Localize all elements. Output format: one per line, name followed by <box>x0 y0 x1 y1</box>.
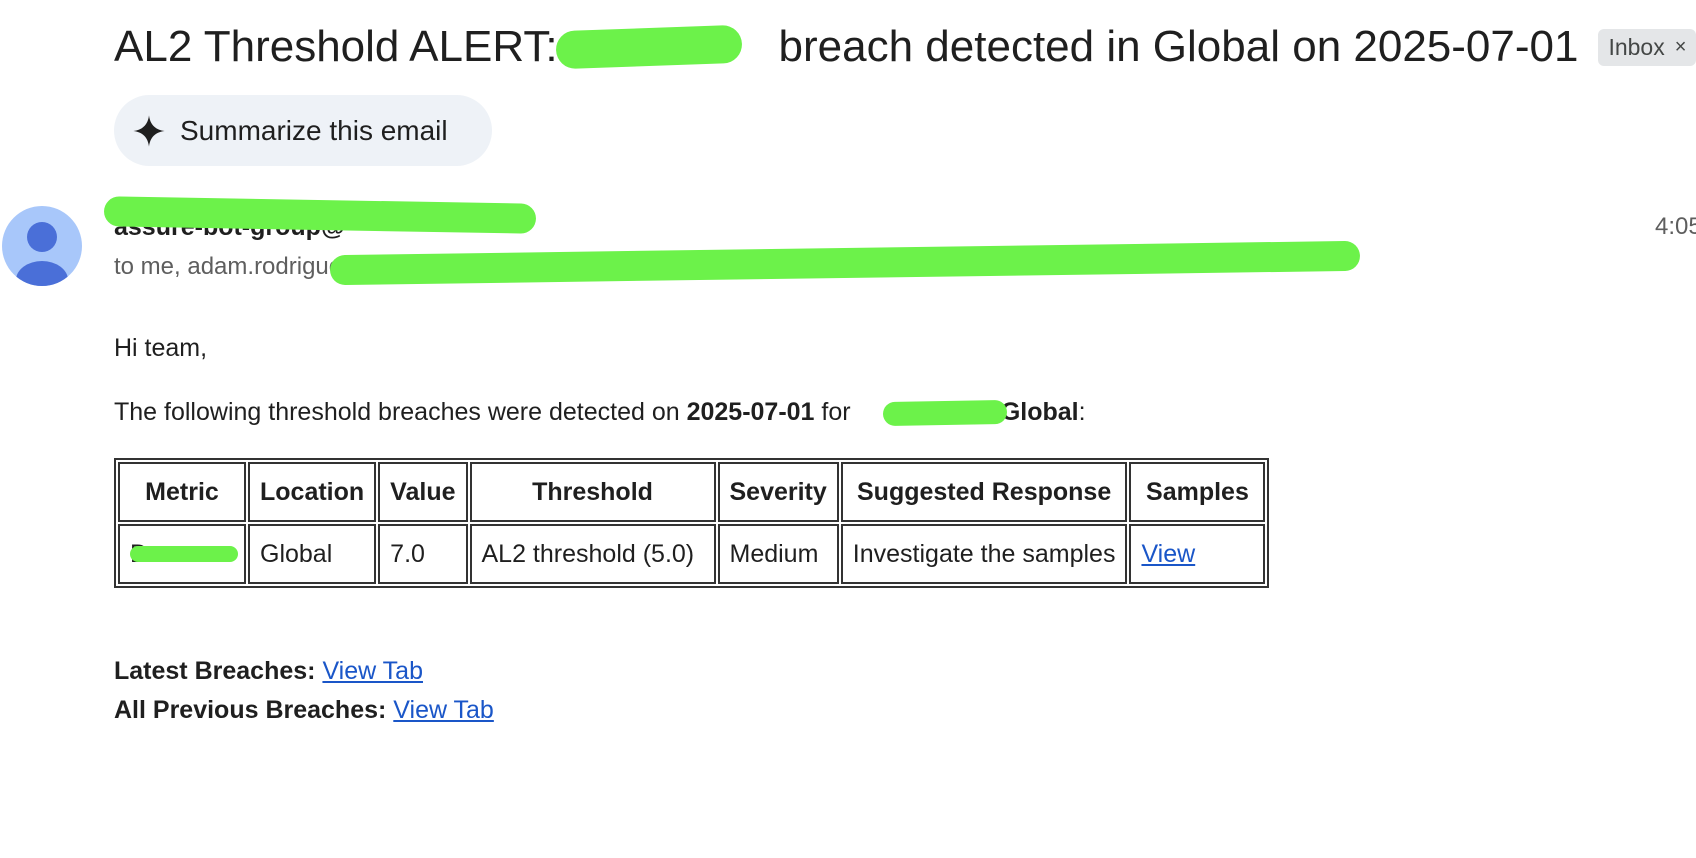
metric-cell: D… <box>118 524 246 584</box>
redaction-mark <box>130 546 238 562</box>
latest-breaches-line: Latest Breaches: View Tab <box>114 657 423 686</box>
sparkle-icon <box>133 114 165 147</box>
intro-date: 2025-07-01 <box>686 398 815 426</box>
summarize-label: Summarize this email <box>180 114 448 146</box>
summarize-email-button[interactable]: Summarize this email <box>114 95 492 166</box>
threshold-cell: AL2 threshold (5.0) <box>469 524 716 584</box>
breach-table: Metric Location Value Threshold Severity… <box>114 458 1270 588</box>
inbox-label: Inbox <box>1608 33 1665 60</box>
table-header: Value <box>378 462 468 522</box>
avatar-silhouette <box>16 222 68 286</box>
latest-breaches-link[interactable]: View Tab <box>322 657 423 685</box>
samples-cell: View <box>1129 524 1266 584</box>
email-time: 4:05 <box>1655 213 1696 240</box>
redaction-mark <box>555 24 743 70</box>
email-subject-row: AL2 Threshold ALERT: D breach detected in… <box>114 22 1696 72</box>
table-row: D… Global 7.0 AL2 threshold (5.0) Medium… <box>118 524 1266 584</box>
latest-breaches-label: Latest Breaches: <box>114 657 316 685</box>
email-subject: AL2 Threshold ALERT: D breach detected in… <box>114 22 1578 72</box>
intro-text: The following threshold breaches were de… <box>114 398 680 426</box>
previous-breaches-line: All Previous Breaches: View Tab <box>114 696 494 725</box>
severity-cell: Medium <box>717 524 839 584</box>
close-icon[interactable]: × <box>1675 36 1687 59</box>
table-header: Severity <box>717 462 839 522</box>
table-header: Threshold <box>469 462 716 522</box>
greeting: Hi team, <box>114 334 208 362</box>
response-cell: Investigate the samples <box>840 524 1128 584</box>
previous-breaches-link[interactable]: View Tab <box>393 696 494 724</box>
previous-breaches-label: All Previous Breaches: <box>114 696 387 724</box>
intro-for: for <box>821 398 851 426</box>
location-cell: Global <box>248 524 377 584</box>
table-header-row: Metric Location Value Threshold Severity… <box>118 462 1266 522</box>
redaction-mark <box>882 399 1008 427</box>
value-cell: 7.0 <box>378 524 468 584</box>
table-header: Suggested Response <box>840 462 1128 522</box>
table-header: Location <box>248 462 377 522</box>
inbox-label-chip[interactable]: Inbox × <box>1598 28 1696 66</box>
table-header: Metric <box>118 462 246 522</box>
subject-prefix: AL2 Threshold ALERT: D <box>114 22 602 71</box>
intro-end: : <box>1078 398 1086 426</box>
subject-suffix: breach detected in Global on 2025-07-01 <box>778 22 1579 71</box>
table-header: Samples <box>1129 462 1266 522</box>
samples-view-link[interactable]: View <box>1141 540 1195 568</box>
default-avatar-icon[interactable] <box>2 206 82 286</box>
